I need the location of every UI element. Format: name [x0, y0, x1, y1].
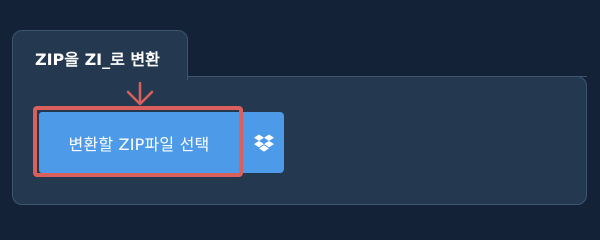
converter-tab: ZIP을 ZI_로 변환: [12, 30, 188, 80]
converter-title: ZIP을 ZI_로 변환: [35, 50, 160, 69]
converter-card: ZIP을 ZI_로 변환 변환할 ZIP파일 선택: [12, 30, 587, 205]
arrow-down-icon: [126, 82, 154, 106]
dropbox-button[interactable]: [243, 112, 284, 173]
panel-top-border: [188, 76, 587, 77]
highlight-frame: [33, 106, 243, 177]
dropbox-icon: [253, 134, 274, 152]
